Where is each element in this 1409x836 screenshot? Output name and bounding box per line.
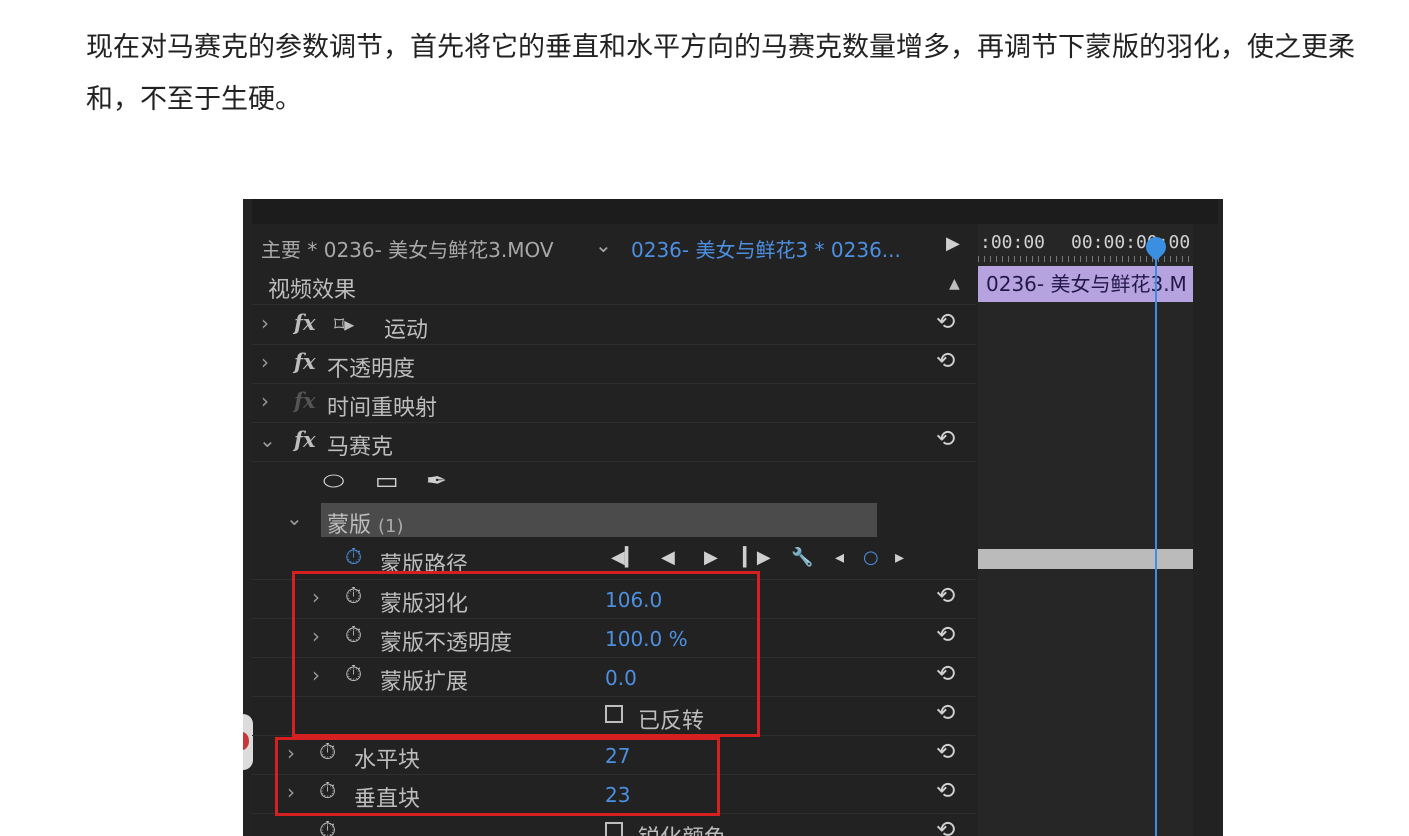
- pen-mask-icon[interactable]: ✒: [426, 466, 447, 495]
- reset-icon[interactable]: ⟲: [936, 778, 955, 804]
- effect-label: 不透明度: [327, 357, 416, 382]
- timeline-area[interactable]: [978, 224, 1193, 836]
- effect-row-motion[interactable]: › fx ⌑▸ 运动 ⟲: [252, 305, 976, 345]
- effect-row-opacity[interactable]: › fx 不透明度 ⟲: [252, 344, 976, 384]
- effect-label: 时间重映射: [327, 396, 438, 421]
- section-title: 视频效果: [268, 278, 357, 303]
- reset-icon[interactable]: ⟲: [936, 817, 955, 836]
- reset-icon[interactable]: ⟲: [936, 739, 955, 765]
- wrench-icon[interactable]: 🔧: [791, 547, 813, 568]
- reset-icon[interactable]: ⟲: [936, 426, 955, 452]
- reset-icon[interactable]: ⟲: [936, 622, 955, 648]
- article-paragraph: 现在对马赛克的参数调节，首先将它的垂直和水平方向的马赛克数量增多，再调节下蒙版的…: [86, 32, 1355, 115]
- chevron-down-icon[interactable]: ⌄: [286, 506, 303, 530]
- track-forward-frame-icon[interactable]: ▶: [704, 547, 718, 568]
- fx-icon[interactable]: fx: [294, 349, 316, 374]
- effect-controls-screenshot: 主要 * 0236- 美女与鲜花3.MOV ⌄ 0236- 美女与鲜花3 * 0…: [243, 199, 1223, 836]
- ellipse-mask-icon[interactable]: ⬭: [323, 466, 344, 496]
- timeline-ruler[interactable]: [978, 256, 1193, 262]
- next-keyframe-icon[interactable]: ▸: [895, 547, 904, 568]
- top-strip: [252, 199, 1218, 224]
- mask-count: (1): [378, 516, 404, 537]
- mask-path-keyframe-bar: [978, 549, 1193, 569]
- chevron-right-icon[interactable]: ›: [261, 311, 269, 335]
- sharpen-colors-checkbox[interactable]: [605, 822, 623, 836]
- add-keyframe-icon[interactable]: ○: [863, 547, 879, 568]
- reset-icon[interactable]: ⟲: [936, 700, 955, 726]
- param-label: 锐化颜色: [638, 820, 726, 836]
- chevron-down-icon[interactable]: ⌄: [595, 233, 612, 257]
- effect-row-time-remap[interactable]: › fx 时间重映射: [252, 383, 976, 423]
- effect-label: 运动: [384, 318, 429, 343]
- chevron-down-icon[interactable]: ⌄: [259, 428, 276, 452]
- rectangle-mask-icon[interactable]: ▭: [375, 466, 399, 495]
- stopwatch-icon[interactable]: ⏱: [345, 545, 362, 570]
- reset-icon[interactable]: ⟲: [936, 348, 955, 374]
- play-icon[interactable]: ▶: [946, 233, 960, 254]
- mask-group[interactable]: 蒙版 (1): [321, 503, 877, 539]
- mask-group-label: 蒙版: [327, 513, 372, 538]
- highlight-box-mask-params: [292, 571, 760, 737]
- scroll-up-icon[interactable]: ▲: [949, 276, 960, 292]
- motion-transform-icon[interactable]: ⌑▸: [334, 312, 354, 336]
- track-back-frame-icon[interactable]: ◀: [661, 547, 675, 568]
- video-effects-header: 视频效果: [252, 265, 976, 305]
- reset-icon[interactable]: ⟲: [936, 583, 955, 609]
- fx-icon[interactable]: fx: [294, 427, 316, 452]
- highlight-box-block-params: [275, 737, 720, 816]
- fx-icon[interactable]: fx: [294, 310, 316, 335]
- effect-row-mosaic[interactable]: ⌄ fx 马赛克 ⟲: [252, 422, 976, 462]
- sequence-label[interactable]: 主要 * 0236- 美女与鲜花3.MOV: [261, 234, 554, 263]
- chevron-right-icon[interactable]: ›: [261, 389, 269, 413]
- mask-group-label-wrap: 蒙版 (1): [327, 507, 404, 539]
- clip-label[interactable]: 0236- 美女与鲜花3 * 0236...: [631, 234, 901, 263]
- timecode-left: :00:00: [980, 232, 1046, 253]
- track-backward-icon[interactable]: ◀▎: [611, 547, 639, 568]
- param-row-sharpen-colors[interactable]: ⏱ 锐化颜色 ⟲: [252, 813, 976, 836]
- fx-icon: fx: [294, 388, 316, 413]
- timeline-clip[interactable]: 0236- 美女与鲜花3.M: [978, 266, 1193, 302]
- track-forward-icon[interactable]: ▎▶: [743, 547, 771, 568]
- stopwatch-icon[interactable]: ⏱: [319, 818, 336, 836]
- prev-keyframe-icon[interactable]: ◂: [835, 547, 844, 568]
- timecode-right: 00:00:00:00: [1071, 232, 1191, 253]
- reset-icon[interactable]: ⟲: [936, 309, 955, 335]
- chevron-right-icon[interactable]: ›: [261, 350, 269, 374]
- playhead-line[interactable]: [1155, 241, 1157, 836]
- reset-icon[interactable]: ⟲: [936, 661, 955, 687]
- effect-label: 马赛克: [327, 435, 394, 460]
